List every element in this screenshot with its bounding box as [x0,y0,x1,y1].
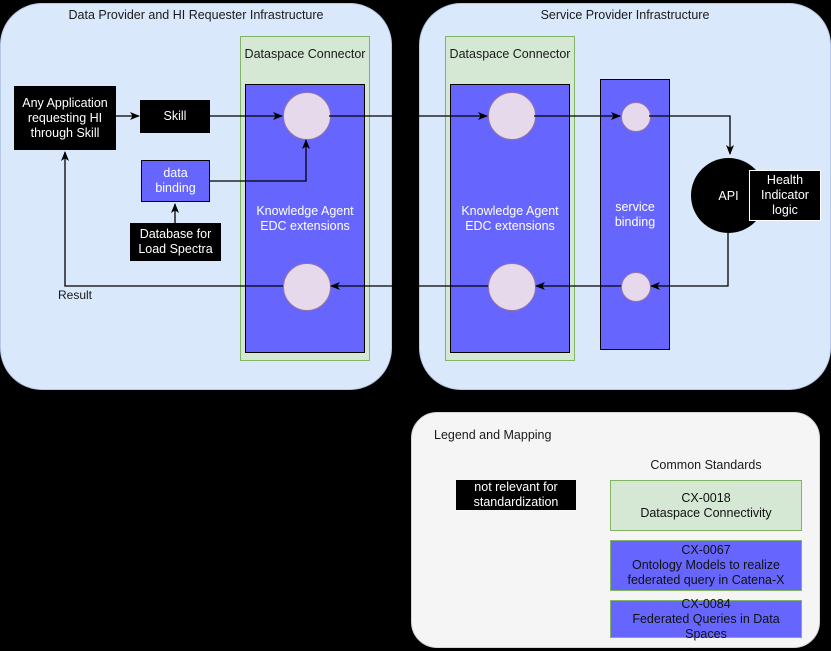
legend-item-cx-0067-code: CX-0067 [681,543,731,557]
legend-not-relevant-box: not relevant for standardization [456,480,576,510]
legend-item-cx-0067-name: Ontology Models to realize federated que… [627,558,785,587]
any-application-label: Any Application requesting HI through Sk… [22,95,108,140]
legend-not-relevant-label: not relevant for standardization [473,480,559,509]
knowledge-agent-left-label: Knowledge Agent EDC extensions [256,203,354,233]
data-binding-label: data binding [155,166,196,195]
legend-item-cx-0084-name: Federated Queries in Data Spaces [632,611,780,641]
legend-item-cx-0018: CX-0018 Dataspace Connectivity [610,480,802,531]
database-load-spectra-box[interactable]: Database for Load Spectra [130,223,221,261]
service-binding-label: service binding [614,199,656,229]
health-indicator-logic-label: Health Indicator logic [761,173,809,217]
legend-item-cx-0084: CX-0084 Federated Queries in Data Spaces [610,597,802,641]
port-service-binding-request [621,102,651,132]
skill-label: Skill [163,109,187,123]
port-right-response [488,263,536,311]
legend-item-cx-0018-name: Dataspace Connectivity [640,505,772,520]
skill-box[interactable]: Skill [140,100,210,133]
api-label: API [718,188,739,203]
legend-item-cx-0018-code: CX-0018 [681,490,731,505]
knowledge-agent-right-label: Knowledge Agent EDC extensions [461,203,559,233]
health-indicator-logic-box[interactable]: Health Indicator logic [749,170,821,221]
diagram-canvas: Data Provider and HI Requester Infrastru… [0,0,831,651]
port-right-request [488,92,536,140]
port-left-response [283,263,331,311]
port-service-binding-response [621,272,651,302]
port-left-request [283,92,331,140]
any-application-box[interactable]: Any Application requesting HI through Sk… [14,86,116,150]
legend-item-cx-0067: CX-0067 Ontology Models to realize feder… [610,540,802,591]
database-load-spectra-label: Database for Load Spectra [138,227,213,256]
data-binding-box[interactable]: data binding [141,160,210,202]
